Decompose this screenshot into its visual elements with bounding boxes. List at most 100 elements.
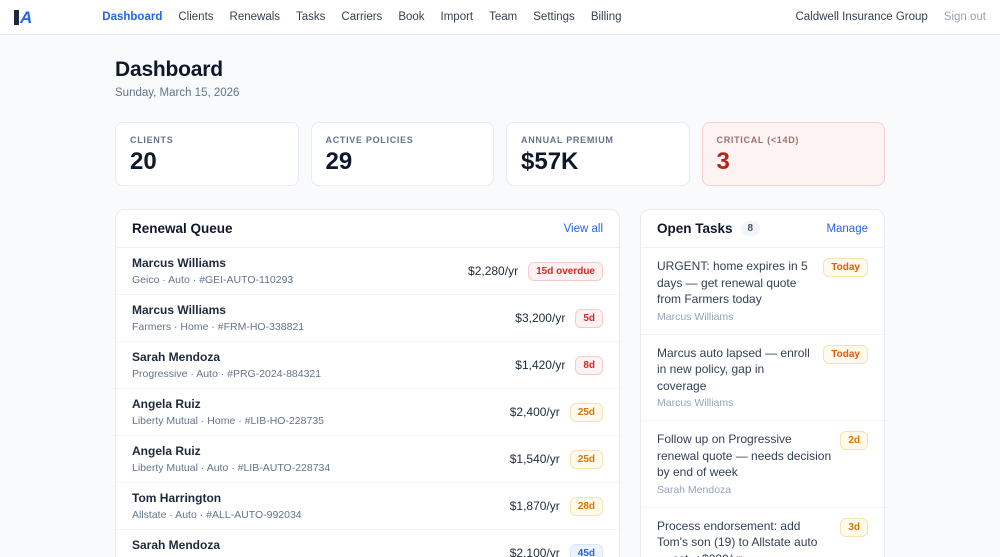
renewal-meta: $1,420/yr 8d [515, 356, 603, 375]
client-name: Angela Ruiz [132, 444, 330, 459]
nav-item[interactable]: Tasks [296, 11, 325, 23]
client-name: Angela Ruiz [132, 397, 324, 412]
task-main: URGENT: home expires in 5 days — get ren… [657, 258, 815, 323]
stat-label: CLIENTS [130, 135, 284, 145]
policy-detail: Geico · Auto · #GEI-AUTO-110293 [132, 274, 293, 286]
due-badge: Today [823, 345, 868, 364]
renewal-row[interactable]: Tom Harrington Allstate · Auto · #ALL-AU… [116, 483, 619, 530]
task-title: Process endorsement: add Tom's son (19) … [657, 518, 832, 557]
open-tasks-title: Open Tasks [657, 221, 733, 236]
renewal-queue-list: Marcus Williams Geico · Auto · #GEI-AUTO… [116, 248, 619, 557]
stat-card: ANNUAL PREMIUM $57K [506, 122, 690, 186]
open-tasks-header: Open Tasks 8 Manage [641, 210, 884, 248]
logo-letter: A [20, 10, 32, 25]
sign-out-link[interactable]: Sign out [944, 11, 986, 23]
nav-item[interactable]: Renewals [230, 11, 281, 23]
renewal-meta: $1,540/yr 25d [510, 450, 603, 469]
policy-detail: Farmers · Home · #FRM-HO-338821 [132, 321, 304, 333]
renewal-queue-title: Renewal Queue [132, 221, 233, 236]
nav-item[interactable]: Book [398, 11, 424, 23]
premium-amount: $1,870/yr [510, 499, 560, 513]
task-main: Marcus auto lapsed — enroll in new polic… [657, 345, 815, 410]
task-title: Marcus auto lapsed — enroll in new polic… [657, 345, 815, 395]
renewal-client: Angela Ruiz Liberty Mutual · Home · #LIB… [132, 397, 324, 427]
days-badge: 25d [570, 450, 603, 469]
renewal-client: Tom Harrington Allstate · Auto · #ALL-AU… [132, 491, 302, 521]
task-row[interactable]: Follow up on Progressive renewal quote —… [641, 421, 884, 508]
stat-value: 3 [717, 148, 871, 176]
nav-item[interactable]: Carriers [341, 11, 382, 23]
client-name: Marcus Williams [132, 303, 304, 318]
page-date: Sunday, March 15, 2026 [115, 87, 885, 99]
renewal-meta: $1,870/yr 28d [510, 497, 603, 516]
nav-item[interactable]: Team [489, 11, 517, 23]
stat-label: ANNUAL PREMIUM [521, 135, 675, 145]
renewal-row[interactable]: Angela Ruiz Liberty Mutual · Auto · #LIB… [116, 436, 619, 483]
task-assignee: Sarah Mendoza [657, 484, 832, 496]
renewal-client: Marcus Williams Geico · Auto · #GEI-AUTO… [132, 256, 293, 286]
renewal-meta: $2,280/yr 15d overdue [468, 262, 603, 281]
renewal-row[interactable]: Sarah Mendoza Progressive · Auto · #PRG-… [116, 342, 619, 389]
policy-detail: Liberty Mutual · Home · #LIB-HO-228735 [132, 415, 324, 427]
renewal-client: Sarah Mendoza State Farm · Home · #SF-HO… [132, 538, 308, 557]
premium-amount: $2,400/yr [510, 405, 560, 419]
view-all-link[interactable]: View all [564, 223, 603, 235]
renewal-row[interactable]: Marcus Williams Farmers · Home · #FRM-HO… [116, 295, 619, 342]
nav-item[interactable]: Billing [591, 11, 622, 23]
days-badge: 5d [575, 309, 603, 328]
policy-detail: Liberty Mutual · Auto · #LIB-AUTO-228734 [132, 462, 330, 474]
premium-amount: $1,420/yr [515, 358, 565, 372]
premium-amount: $1,540/yr [510, 452, 560, 466]
open-tasks-count-badge: 8 [741, 221, 761, 236]
client-name: Marcus Williams [132, 256, 293, 271]
task-main: Process endorsement: add Tom's son (19) … [657, 518, 832, 557]
days-badge: 28d [570, 497, 603, 516]
renewal-meta: $2,400/yr 25d [510, 403, 603, 422]
open-tasks-list: URGENT: home expires in 5 days — get ren… [641, 248, 884, 557]
app-logo[interactable]: A [14, 10, 32, 25]
org-name: Caldwell Insurance Group [795, 11, 927, 23]
task-row[interactable]: Marcus auto lapsed — enroll in new polic… [641, 335, 884, 422]
stat-value: 20 [130, 148, 284, 176]
renewal-row[interactable]: Sarah Mendoza State Farm · Home · #SF-HO… [116, 530, 619, 557]
task-row[interactable]: Process endorsement: add Tom's son (19) … [641, 508, 884, 557]
renewal-meta: $2,100/yr 45d [510, 544, 603, 557]
stat-card: CRITICAL (<14D) 3 [702, 122, 886, 186]
renewal-queue-header: Renewal Queue View all [116, 210, 619, 248]
manage-link[interactable]: Manage [826, 223, 868, 235]
policy-detail: Allstate · Auto · #ALL-AUTO-992034 [132, 509, 302, 521]
renewal-queue-panel: Renewal Queue View all Marcus Williams G… [115, 209, 620, 557]
stat-value: $57K [521, 148, 675, 176]
days-badge: 15d overdue [528, 262, 603, 281]
due-badge: Today [823, 258, 868, 277]
premium-amount: $2,100/yr [510, 546, 560, 557]
renewal-client: Marcus Williams Farmers · Home · #FRM-HO… [132, 303, 304, 333]
task-title: URGENT: home expires in 5 days — get ren… [657, 258, 815, 308]
days-badge: 8d [575, 356, 603, 375]
main-content: Dashboard Sunday, March 15, 2026 CLIENTS… [115, 35, 885, 557]
client-name: Sarah Mendoza [132, 538, 308, 553]
nav-item[interactable]: Settings [533, 11, 575, 23]
logo-bar-icon [14, 10, 19, 25]
nav-items: Dashboard Clients Renewals Tasks Carrier… [102, 11, 621, 23]
task-title: Follow up on Progressive renewal quote —… [657, 431, 832, 481]
top-nav: A Dashboard Clients Renewals Tasks Carri… [0, 0, 1000, 35]
renewal-client: Sarah Mendoza Progressive · Auto · #PRG-… [132, 350, 321, 380]
nav-item[interactable]: Import [441, 11, 474, 23]
nav-item[interactable]: Dashboard [102, 11, 162, 23]
premium-amount: $3,200/yr [515, 311, 565, 325]
due-badge: 2d [840, 431, 868, 450]
task-row[interactable]: URGENT: home expires in 5 days — get ren… [641, 248, 884, 335]
task-main: Follow up on Progressive renewal quote —… [657, 431, 832, 496]
stat-cards: CLIENTS 20 ACTIVE POLICIES 29 ANNUAL PRE… [115, 122, 885, 186]
renewal-row[interactable]: Marcus Williams Geico · Auto · #GEI-AUTO… [116, 248, 619, 295]
client-name: Sarah Mendoza [132, 350, 321, 365]
stat-card: ACTIVE POLICIES 29 [311, 122, 495, 186]
task-assignee: Marcus Williams [657, 397, 815, 409]
renewal-row[interactable]: Angela Ruiz Liberty Mutual · Home · #LIB… [116, 389, 619, 436]
renewal-meta: $3,200/yr 5d [515, 309, 603, 328]
policy-detail: Progressive · Auto · #PRG-2024-884321 [132, 368, 321, 380]
nav-item[interactable]: Clients [178, 11, 213, 23]
premium-amount: $2,280/yr [468, 264, 518, 278]
open-tasks-panel: Open Tasks 8 Manage URGENT: home expires… [640, 209, 885, 557]
